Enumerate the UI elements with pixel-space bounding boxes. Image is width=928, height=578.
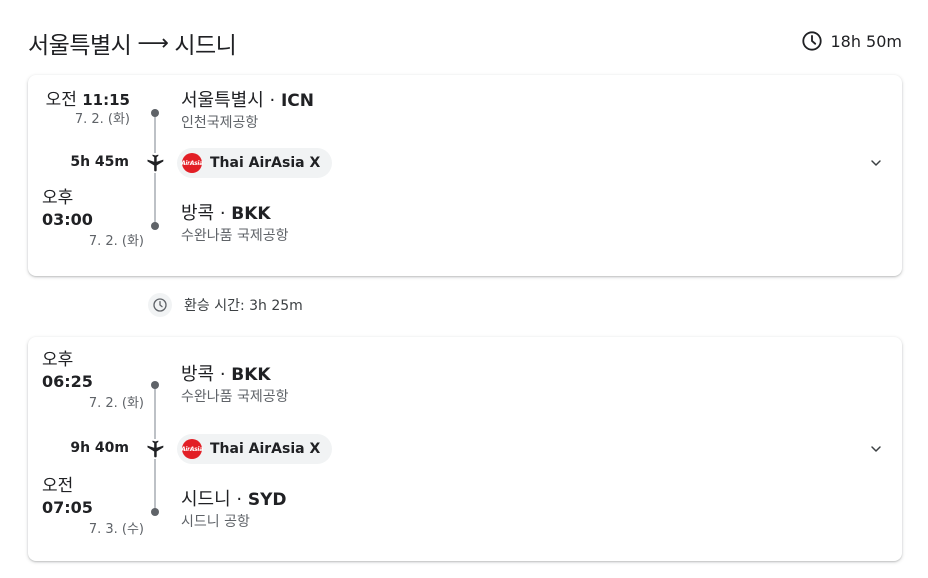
arrival-ampm: 오전 [42, 476, 74, 496]
clock-icon [802, 31, 823, 51]
departure-time: 오후 06:25 7. 2. (화) [42, 349, 144, 413]
arrival-clock: 03:00 [42, 210, 93, 229]
departure-airport: 서울특별시 · ICN 인천국제공항 [181, 89, 314, 133]
leg-duration: 5h 45m [70, 154, 129, 170]
arrival-date: 7. 3. (수) [88, 522, 144, 537]
arrival-city: 시드니 [181, 489, 231, 510]
arrival-code: BKK [231, 204, 271, 224]
trip-header: 서울특별시 ⟶ 시드니 18h 50m [28, 26, 902, 60]
airline-name: Thai AirAsia X [210, 441, 321, 457]
airline-chip[interactable]: AirAsia Thai AirAsia X [177, 148, 333, 178]
route-title: 서울특별시 ⟶ 시드니 [28, 26, 237, 60]
layover-text: 환승 시간: 3h 25m [184, 298, 303, 314]
origin-city: 서울특별시 [28, 33, 132, 59]
departure-city: 서울특별시 [181, 90, 264, 111]
total-duration: 18h 50m [801, 30, 902, 52]
departure-dot [151, 381, 159, 389]
arrival-airport-name: 시드니 공항 [181, 514, 250, 530]
chevron-down-icon[interactable] [868, 155, 884, 171]
departure-airport-name: 인천국제공항 [181, 115, 259, 131]
departure-airport-name: 수완나품 국제공항 [181, 389, 289, 405]
arrival-ampm: 오후 [42, 188, 74, 208]
separator: · [230, 489, 248, 510]
total-duration-text: 18h 50m [830, 31, 902, 51]
arrival-time: 오후 03:00 7. 2. (화) [42, 187, 144, 251]
separator: · [214, 364, 232, 385]
airline-chip[interactable]: AirAsia Thai AirAsia X [177, 434, 333, 464]
arrival-airport-name: 수완나품 국제공항 [181, 228, 289, 244]
arrival-code: SYD [247, 490, 287, 510]
departure-time: 오전 11:15 7. 2. (화) [42, 89, 130, 129]
leg-duration: 9h 40m [70, 440, 129, 456]
layover-clock-icon [148, 293, 172, 317]
airline-logo: AirAsia [181, 153, 203, 173]
arrival-airport: 시드니 · SYD 시드니 공항 [181, 488, 287, 532]
arrival-dot [151, 508, 159, 516]
separator: · [263, 90, 281, 111]
flight-leg-card[interactable]: 오전 11:15 7. 2. (화) 5h 45m 서울특별시 · ICN 인천… [28, 75, 902, 276]
arrival-time: 오전 07:05 7. 3. (수) [42, 475, 144, 539]
separator: · [214, 203, 232, 224]
airline-name: Thai AirAsia X [210, 155, 321, 171]
arrival-date: 7. 2. (화) [88, 234, 144, 249]
arrival-city: 방콕 [181, 203, 215, 224]
departure-clock: 11:15 [82, 91, 130, 109]
arrival-clock: 07:05 [42, 498, 93, 517]
departure-code: BKK [231, 365, 271, 385]
flight-leg-card[interactable]: 오후 06:25 7. 2. (화) 9h 40m 방콕 · BKK 수완나품 … [28, 337, 902, 561]
airline-logo: AirAsia [181, 439, 203, 459]
airplane-icon [145, 439, 165, 459]
route-arrow-icon: ⟶ [137, 30, 169, 56]
departure-dot [151, 109, 159, 117]
departure-date: 7. 2. (화) [88, 396, 144, 411]
departure-city: 방콕 [181, 364, 215, 385]
departure-ampm: 오전 [45, 90, 77, 110]
departure-airport: 방콕 · BKK 수완나품 국제공항 [181, 363, 289, 407]
departure-code: ICN [280, 91, 315, 111]
arrival-airport: 방콕 · BKK 수완나품 국제공항 [181, 202, 289, 246]
arrival-dot [151, 222, 159, 230]
airplane-icon [145, 153, 165, 173]
departure-ampm: 오후 [42, 350, 74, 370]
chevron-down-icon[interactable] [868, 441, 884, 457]
departure-clock: 06:25 [42, 372, 93, 391]
departure-date: 7. 2. (화) [74, 112, 130, 127]
destination-city: 시드니 [174, 33, 237, 59]
layover-info: 환승 시간: 3h 25m [148, 293, 303, 317]
